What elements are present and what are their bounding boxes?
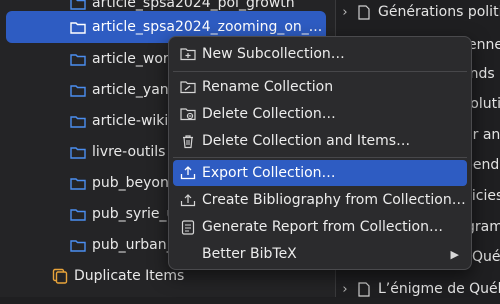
report-icon (177, 216, 199, 238)
item-title-fragment: Qué (472, 249, 500, 265)
submenu-arrow-icon: ▶ (450, 247, 459, 261)
document-icon (358, 281, 370, 297)
duplicate-items[interactable]: Duplicate Items (52, 261, 184, 291)
collection-item[interactable]: pub_syrie_u (70, 199, 175, 229)
item-title-fragment: licies (468, 188, 500, 204)
collection-label: article-wikip (92, 113, 178, 129)
folder-icon (70, 53, 86, 66)
menu-item-generate-report[interactable]: Generate Report from Collection… (173, 214, 467, 240)
collection-item[interactable]: pub_urban_p (70, 230, 183, 260)
menu-item-label: Generate Report from Collection… (202, 219, 443, 235)
collection-item[interactable]: article_yann (70, 75, 178, 105)
collection-item[interactable]: pub_beyond (70, 168, 178, 198)
export-icon (177, 162, 199, 184)
menu-item-better-bibtex[interactable]: Better BibTeX ▶ (173, 241, 467, 267)
item-row[interactable]: › L’énigme de Québe (336, 274, 500, 304)
collection-label: livre-outils (92, 144, 166, 160)
menu-item-new-subcollection[interactable]: New Subcollection… (173, 41, 467, 67)
item-title: Générations politic (378, 4, 500, 20)
menu-item-delete-collection-and-items[interactable]: Delete Collection and Items… (173, 128, 467, 154)
menu-item-create-bibliography[interactable]: Create Bibliography from Collection… (173, 187, 467, 213)
folder-icon (70, 0, 86, 10)
collection-item[interactable]: article-wikip (70, 106, 177, 136)
folder-icon (70, 146, 86, 159)
menu-item-export-collection[interactable]: Export Collection… (173, 160, 467, 186)
collection-label: pub_syrie_u (92, 206, 176, 222)
duplicate-items-icon (52, 268, 68, 284)
bibliography-icon (177, 189, 199, 211)
menu-divider (173, 157, 467, 158)
collection-label: article_spsa2024_zooming_on_... (92, 19, 323, 35)
folder-icon (70, 115, 86, 128)
menu-item-label: Delete Collection and Items… (202, 133, 411, 149)
menu-item-label: New Subcollection… (202, 46, 345, 62)
menu-item-label: Export Collection… (202, 165, 336, 181)
rename-folder-icon (177, 76, 199, 98)
collection-label: pub_beyond (92, 175, 178, 191)
item-title-fragment: ennes (468, 37, 500, 53)
collection-item[interactable]: article_work (70, 44, 177, 74)
collection-item[interactable]: livre-outils (70, 137, 165, 167)
chevron-right-icon[interactable]: › (336, 5, 354, 20)
menu-item-delete-collection[interactable]: Delete Collection… (173, 101, 467, 127)
folder-icon (70, 239, 86, 252)
duplicate-items-label: Duplicate Items (74, 268, 185, 284)
menu-item-label: Delete Collection… (202, 106, 336, 122)
item-row[interactable]: › Générations politic (336, 0, 500, 27)
menu-item-label: Rename Collection (202, 79, 334, 95)
document-icon (358, 4, 370, 20)
folder-icon (70, 208, 86, 221)
menu-item-label: Create Bibliography from Collection… (202, 192, 466, 208)
collection-context-menu: New Subcollection… Rename Collection Del… (168, 36, 472, 270)
folder-icon (70, 21, 86, 34)
folder-icon (70, 177, 86, 190)
item-title: L’énigme de Québe (378, 281, 500, 297)
menu-item-label: Better BibTeX (202, 246, 297, 262)
collection-label: article_yann (92, 82, 178, 98)
new-folder-icon (177, 43, 199, 65)
collection-label: article_spsa2024_pol_growth (92, 0, 295, 11)
menu-divider (173, 71, 467, 72)
collection-label: article_work (92, 51, 177, 67)
chevron-right-icon[interactable]: › (336, 282, 354, 297)
folder-icon (70, 84, 86, 97)
menu-item-rename-collection[interactable]: Rename Collection (173, 74, 467, 100)
delete-folder-icon (177, 103, 199, 125)
trash-icon (177, 130, 199, 152)
